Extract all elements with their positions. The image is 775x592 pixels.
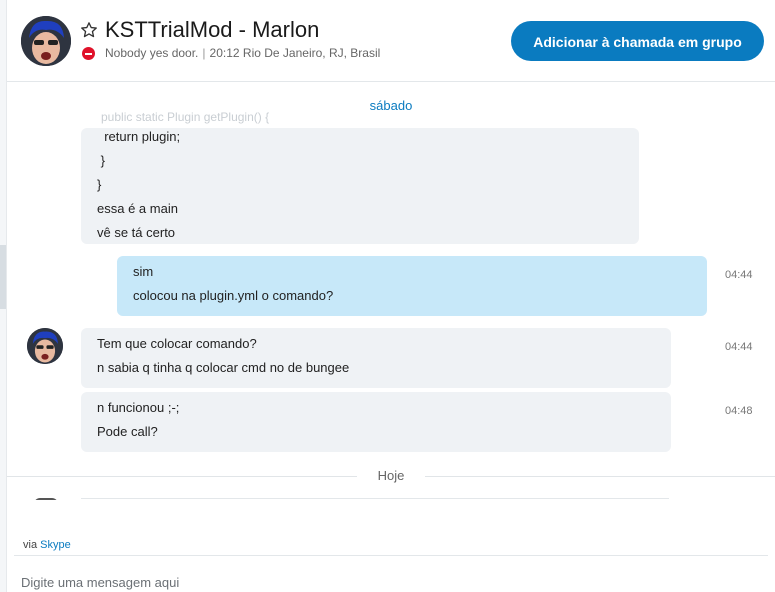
message-line: return plugin; <box>97 129 181 144</box>
mood-message: Nobody yes door. <box>105 46 199 60</box>
message-history[interactable]: public static Plugin getPlugin() { sábad… <box>7 82 775 500</box>
sender-avatar[interactable] <box>27 328 63 364</box>
message-bubble[interactable]: Tem que colocar comando? n sabia q tinha… <box>81 328 671 388</box>
scroll-marker <box>0 245 6 309</box>
do-not-disturb-icon <box>82 47 95 60</box>
via-label: via Skype <box>23 539 71 551</box>
message-timestamp: 04:44 <box>725 269 753 281</box>
message-line: sim <box>133 264 154 279</box>
add-to-group-call-button[interactable]: Adicionar à chamada em grupo <box>511 21 764 61</box>
compose-divider <box>14 555 768 556</box>
message-line: n sabia q tinha q colocar cmd no de bung… <box>97 360 350 375</box>
divider <box>7 476 357 477</box>
via-skype-link[interactable]: Skype <box>40 539 71 551</box>
message-line: n funcionou ;-; <box>97 400 180 415</box>
message-bubble[interactable]: n funcionou ;-; Pode call? <box>81 392 671 452</box>
message-line: } <box>97 177 102 192</box>
day-separator-saturday: sábado <box>369 98 413 113</box>
message-line: Tem que colocar comando? <box>97 336 257 351</box>
local-time: 20:12 <box>209 46 240 60</box>
sender-avatar-partial <box>34 498 58 500</box>
status-divider: | <box>202 46 206 60</box>
message-timestamp: 04:48 <box>725 405 753 417</box>
location: Rio De Janeiro, RJ, Brasil <box>242 46 381 60</box>
message-line: Pode call? <box>97 424 158 439</box>
divider <box>425 476 775 477</box>
message-input[interactable] <box>21 572 621 592</box>
message-line: colocou na plugin.yml o comando? <box>133 288 334 303</box>
via-prefix: via <box>23 539 38 551</box>
message-bubble-partial <box>81 498 669 499</box>
message-line: } <box>97 153 105 168</box>
contact-avatar[interactable] <box>21 16 71 66</box>
contact-name: KSTTrialMod - Marlon <box>105 17 320 42</box>
day-separator-label: Hoje <box>377 468 405 483</box>
message-line: essa é a main <box>97 201 178 216</box>
star-outline-icon[interactable] <box>80 21 98 39</box>
message-bubble-outgoing[interactable]: sim colocou na plugin.yml o comando? <box>117 256 707 316</box>
message-text: return plugin; } } essa é a main vê se t… <box>97 125 180 245</box>
message-line: vê se tá certo <box>97 225 176 240</box>
left-edge-strip <box>0 0 7 592</box>
conversation-header: KSTTrialMod - Marlon Nobody yes door. | 20… <box>7 0 775 82</box>
day-separator-today: Hoje <box>7 468 775 484</box>
status-line: Nobody yes door. | 20:12 Rio De Janeiro, R… <box>105 46 380 60</box>
message-timestamp: 04:44 <box>725 341 753 353</box>
